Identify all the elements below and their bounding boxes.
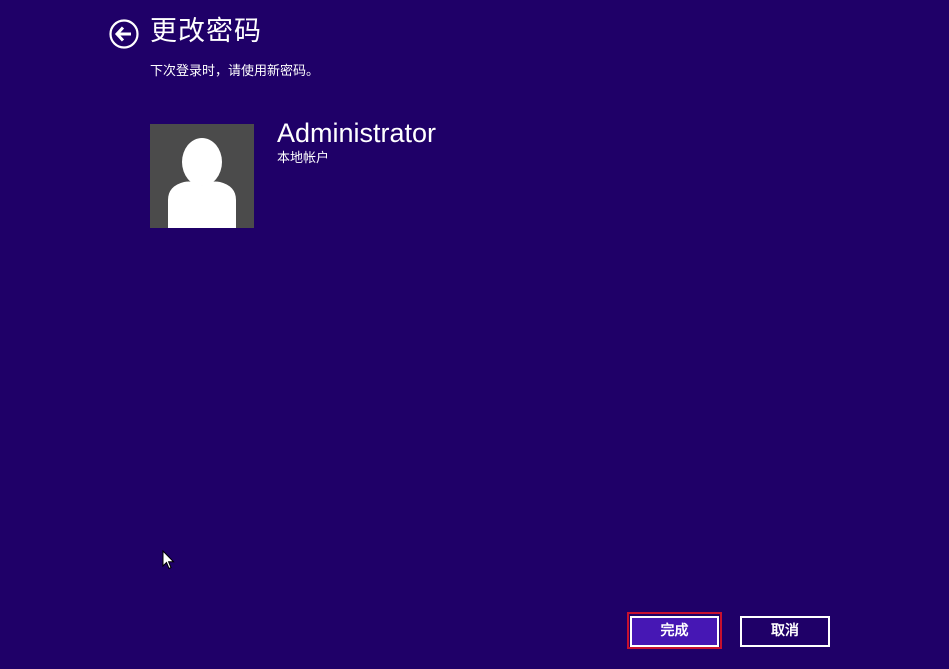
cancel-button[interactable]: 取消 — [740, 616, 830, 647]
mouse-pointer-icon — [162, 550, 175, 570]
user-avatar-icon — [168, 138, 236, 228]
account-name: Administrator — [277, 118, 437, 148]
page-title: 更改密码 — [150, 16, 262, 47]
avatar — [150, 124, 254, 228]
page-subtitle: 下次登录时，请使用新密码。 — [150, 64, 320, 79]
finish-button[interactable]: 完成 — [630, 616, 719, 647]
account-type: 本地帐户 — [277, 151, 330, 166]
back-arrow-icon — [109, 19, 139, 49]
back-button[interactable] — [109, 19, 139, 49]
